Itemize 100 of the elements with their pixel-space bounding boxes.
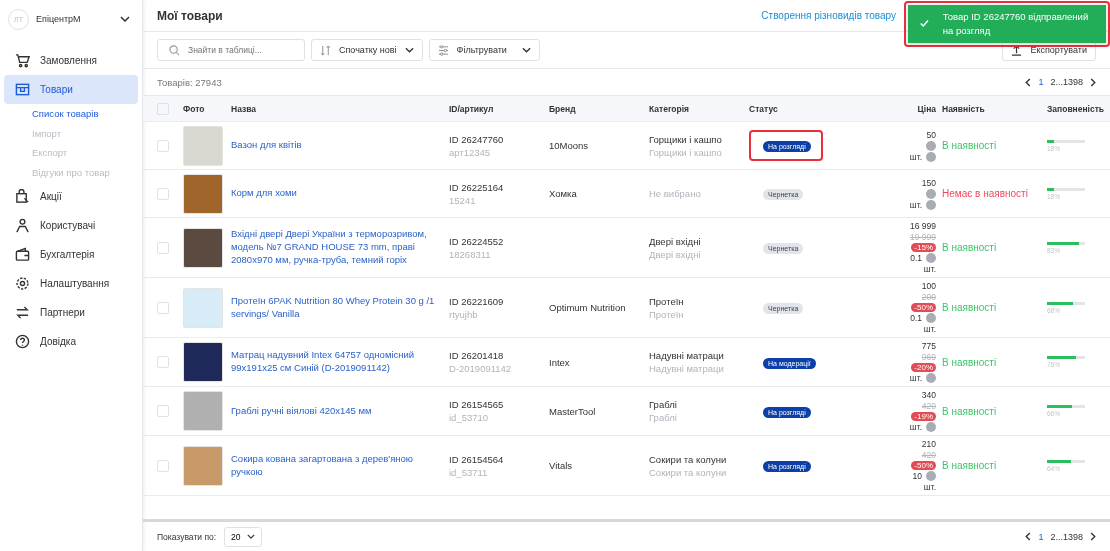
- info-icon[interactable]: [926, 313, 936, 323]
- info-icon[interactable]: [926, 253, 936, 263]
- product-sku: 15241: [449, 194, 477, 206]
- completeness-bar: [1047, 405, 1085, 408]
- category-name: Горщики і кашпо: [649, 133, 723, 145]
- old-price: 420: [921, 450, 936, 460]
- completeness-bar: [1047, 459, 1085, 463]
- info-icon[interactable]: [926, 151, 936, 162]
- product-id: ID 26221609: [449, 295, 505, 307]
- select-all-checkbox[interactable]: [157, 102, 169, 115]
- category-name: Граблі: [649, 399, 678, 410]
- photo-placeholder: [183, 227, 223, 268]
- price: 210: [921, 439, 936, 449]
- product-id: ID 26154565: [449, 399, 505, 410]
- next-page-icon[interactable]: [1090, 77, 1096, 87]
- page-link[interactable]: 2...1398: [1050, 531, 1083, 542]
- product-sku: id_53711: [449, 466, 489, 478]
- chevron-down-icon: [246, 534, 255, 539]
- unit-label: шт.: [923, 324, 936, 334]
- stock-status: В наявності: [942, 405, 997, 417]
- brand-name: Intex: [549, 356, 570, 368]
- price: 150: [921, 177, 936, 188]
- wallet-icon: [15, 247, 30, 262]
- column-header: Фото: [183, 102, 206, 116]
- discount-badge: -20%: [911, 363, 936, 372]
- column-header: Бренд: [549, 102, 577, 116]
- nav-item[interactable]: Довідка: [4, 327, 138, 356]
- row-checkbox[interactable]: [157, 459, 169, 472]
- stock-status: В наявності: [942, 356, 997, 368]
- next-page-icon[interactable]: [1090, 532, 1096, 541]
- row-checkbox[interactable]: [157, 356, 169, 368]
- category-name: Протеїн: [649, 295, 685, 307]
- sort-icon: [320, 44, 331, 56]
- chevron-down-icon[interactable]: [120, 16, 130, 22]
- column-header: Заповненість: [1047, 102, 1106, 116]
- stock-status: В наявності: [942, 302, 997, 313]
- box-icon: [15, 82, 30, 97]
- info-icon[interactable]: [926, 373, 936, 383]
- info-icon[interactable]: [926, 140, 936, 151]
- column-header: Категорія: [649, 102, 691, 116]
- cart-icon: [15, 53, 30, 68]
- quantity: 10: [912, 471, 922, 481]
- product-name-link[interactable]: Протеїн 6PAK Nutrition 80 Whey Protein 30 g /1 servings/ Vanilla: [231, 294, 441, 321]
- search-icon: [169, 44, 180, 56]
- photo-placeholder: [183, 391, 223, 431]
- prev-page-icon[interactable]: [1025, 77, 1032, 87]
- page-size-label: Показувати по:: [157, 531, 217, 542]
- product-id: ID 26247760: [449, 133, 505, 145]
- row-checkbox[interactable]: [157, 139, 169, 152]
- product-sku: D-2019091142: [449, 363, 513, 374]
- subnav-item[interactable]: Список товарів: [0, 104, 142, 124]
- variants-link[interactable]: Створення різновидів товару: [761, 10, 896, 21]
- info-icon[interactable]: [926, 422, 936, 432]
- page-link[interactable]: 1: [1038, 531, 1044, 542]
- nav-item[interactable]: Користувачі: [4, 211, 138, 240]
- settings-icon: [15, 276, 30, 291]
- product-name-link[interactable]: Матрац надувний Intex 64757 одномісний 99x191x25 см Синій (D-2019091142): [231, 349, 441, 375]
- check-icon: [920, 19, 929, 29]
- product-id: ID 26201418: [449, 350, 505, 361]
- discount-badge: -15%: [911, 243, 936, 252]
- page-link[interactable]: 1: [1038, 77, 1044, 87]
- sliders-icon: [437, 44, 449, 56]
- row-checkbox[interactable]: [157, 301, 169, 314]
- column-header: Назва: [231, 102, 258, 116]
- product-id: ID 26154564: [449, 453, 505, 465]
- unit-label: шт.: [909, 373, 922, 383]
- nav-item[interactable]: Замовлення: [4, 46, 138, 75]
- product-name-link[interactable]: Корм для хоми: [231, 187, 441, 200]
- brand-name: 10Moons: [549, 140, 589, 151]
- nav-item[interactable]: Бухгалтерія: [4, 240, 138, 269]
- category-subname: Горщики і кашпо: [649, 146, 723, 158]
- sort-dropdown[interactable]: Спочатку нові: [311, 39, 423, 61]
- row-checkbox[interactable]: [157, 187, 169, 200]
- nav-item[interactable]: Товари: [4, 75, 138, 104]
- page-size-dropdown[interactable]: 20: [224, 526, 262, 547]
- help-icon: [15, 334, 30, 349]
- discount-badge: -19%: [911, 412, 936, 421]
- product-name-link[interactable]: Сокира кована загартована з дерев'яною ручкою: [231, 452, 441, 479]
- filter-dropdown[interactable]: Фільтрувати: [428, 39, 540, 61]
- nav-item[interactable]: Налаштування: [4, 269, 138, 298]
- prev-page-icon[interactable]: [1025, 532, 1032, 541]
- info-icon[interactable]: [926, 471, 936, 481]
- row-checkbox[interactable]: [157, 241, 169, 254]
- page-link[interactable]: 2...1398: [1050, 77, 1083, 87]
- column-header: Наявність: [941, 102, 986, 116]
- discount-badge: -50%: [911, 461, 936, 470]
- nav-item[interactable]: Акції: [4, 182, 138, 211]
- row-checkbox[interactable]: [157, 405, 169, 417]
- search-field[interactable]: Знайти в таблиці...: [157, 39, 305, 61]
- category-subname: Двері вхідні: [649, 248, 702, 260]
- column-header: ID/артикул: [449, 102, 495, 116]
- stock-status: В наявності: [942, 460, 997, 471]
- info-icon[interactable]: [926, 199, 936, 210]
- product-name-link[interactable]: Вазон для квітів: [231, 139, 441, 152]
- product-name-link[interactable]: Вхідні двері Двері України з терморозривом, модель №7 GRAND HOUSE 73 mm, праві 2080x970 мм, ручка-труба, темний горіх: [231, 228, 441, 267]
- product-name-link[interactable]: Граблі ручні віялові 420x145 мм: [231, 404, 441, 418]
- price: 50: [926, 129, 936, 140]
- info-icon[interactable]: [926, 188, 936, 199]
- old-price: 969: [921, 352, 936, 362]
- nav-item[interactable]: Партнери: [4, 298, 138, 327]
